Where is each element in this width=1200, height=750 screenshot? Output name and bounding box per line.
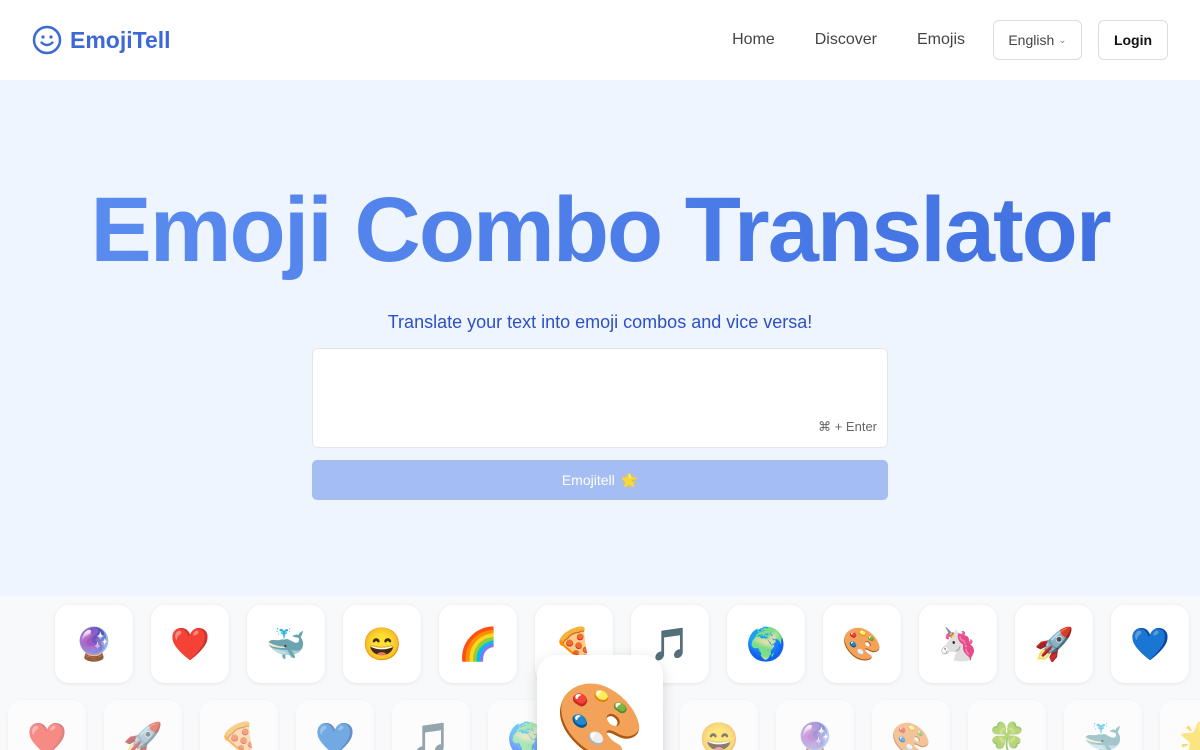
emoji-glyph: 🔮 bbox=[795, 721, 835, 750]
emoji-glyph: 💙 bbox=[315, 721, 355, 750]
emoji-card[interactable]: 🎨 bbox=[872, 700, 950, 750]
emoji-glyph: 🌍 bbox=[746, 626, 786, 662]
brand-name: EmojiTell bbox=[70, 26, 171, 53]
emoji-glyph: 🌟 bbox=[1179, 721, 1200, 750]
emoji-glyph: 🎵 bbox=[411, 721, 451, 750]
emoji-card[interactable]: 🔮 bbox=[55, 605, 133, 683]
shortcut-hint: ⌘ + Enter bbox=[818, 419, 877, 434]
nav-emojis[interactable]: Emojis bbox=[917, 31, 965, 49]
emoji-card[interactable]: 🔮 bbox=[776, 700, 854, 750]
emoji-glyph: 😄 bbox=[699, 721, 739, 750]
emoji-glyph: 🎵 bbox=[650, 626, 690, 662]
emoji-card[interactable]: 🌟 bbox=[1160, 700, 1200, 750]
emoji-glyph: 🍀 bbox=[987, 721, 1027, 750]
emoji-card[interactable]: 🎨 bbox=[823, 605, 901, 683]
logo[interactable]: EmojiTell bbox=[32, 25, 171, 55]
emoji-glyph: 🦄 bbox=[938, 626, 978, 662]
emoji-card[interactable]: ❤️ bbox=[151, 605, 229, 683]
emoji-showcase: 🔮❤️🐳😄🌈🍕🎵🌍🎨🦄🚀💙❤️🚀🍕💙🎵🌍😄😄🔮🎨🍀🐳🌟🎨 bbox=[0, 596, 1200, 750]
emoji-card[interactable]: ❤️ bbox=[8, 700, 86, 750]
emoji-glyph: 🌈 bbox=[458, 626, 498, 662]
nav-discover[interactable]: Discover bbox=[815, 31, 877, 49]
emojitell-button[interactable]: Emojitell 🌟 bbox=[312, 460, 888, 500]
emoji-card[interactable]: 💙 bbox=[1111, 605, 1189, 683]
emoji-glyph: 🎨 bbox=[891, 721, 931, 750]
emoji-glyph: 🔮 bbox=[74, 626, 114, 662]
emoji-glyph: 🚀 bbox=[123, 721, 163, 750]
emoji-card[interactable]: 🐳 bbox=[1064, 700, 1142, 750]
emoji-glyph: 🍕 bbox=[219, 721, 259, 750]
emoji-card[interactable]: 🍕 bbox=[200, 700, 278, 750]
button-label: Emojitell bbox=[561, 472, 615, 488]
language-select[interactable]: English ⌄ bbox=[993, 20, 1082, 60]
smiley-icon bbox=[32, 25, 62, 55]
hero: Emoji Combo Translator Translate your te… bbox=[0, 80, 1200, 596]
page-title: Emoji Combo Translator bbox=[0, 180, 1200, 280]
subtitle: Translate your text into emoji combos an… bbox=[387, 312, 813, 332]
emoji-card[interactable]: 🚀 bbox=[104, 700, 182, 750]
emoji-card[interactable]: 🌈 bbox=[439, 605, 517, 683]
emoji-glyph: ❤️ bbox=[170, 626, 210, 662]
star-icon: 🌟 bbox=[620, 471, 639, 488]
emoji-glyph: 💙 bbox=[1130, 626, 1170, 662]
emoji-card[interactable]: 🍀 bbox=[968, 700, 1046, 750]
emoji-card[interactable]: 🚀 bbox=[1015, 605, 1093, 683]
nav-home[interactable]: Home bbox=[732, 31, 775, 49]
palette-icon: 🎨 bbox=[555, 680, 645, 750]
featured-emoji-card[interactable]: 🎨 bbox=[537, 655, 663, 750]
emoji-glyph: 🎨 bbox=[842, 626, 882, 662]
emoji-card[interactable]: 💙 bbox=[296, 700, 374, 750]
emoji-card[interactable]: 🐳 bbox=[247, 605, 325, 683]
emoji-card[interactable]: 🎵 bbox=[392, 700, 470, 750]
emoji-card[interactable]: 😄 bbox=[680, 700, 758, 750]
emoji-glyph: 😄 bbox=[362, 626, 402, 662]
chevron-down-icon: ⌄ bbox=[1058, 34, 1067, 46]
emoji-glyph: 🐳 bbox=[1083, 721, 1123, 750]
top-nav: EmojiTell Home Discover Emojis English ⌄ … bbox=[0, 0, 1200, 80]
login-button[interactable]: Login bbox=[1098, 20, 1168, 60]
emoji-glyph: ❤️ bbox=[27, 721, 67, 750]
emoji-glyph: 🚀 bbox=[1034, 626, 1074, 662]
emoji-glyph: 🐳 bbox=[266, 626, 306, 662]
text-input[interactable]: ⌘ + Enter bbox=[312, 348, 888, 448]
emoji-card[interactable]: 😄 bbox=[343, 605, 421, 683]
language-label: English bbox=[1008, 32, 1055, 48]
emoji-card[interactable]: 🦄 bbox=[919, 605, 997, 683]
emoji-card[interactable]: 🌍 bbox=[727, 605, 805, 683]
